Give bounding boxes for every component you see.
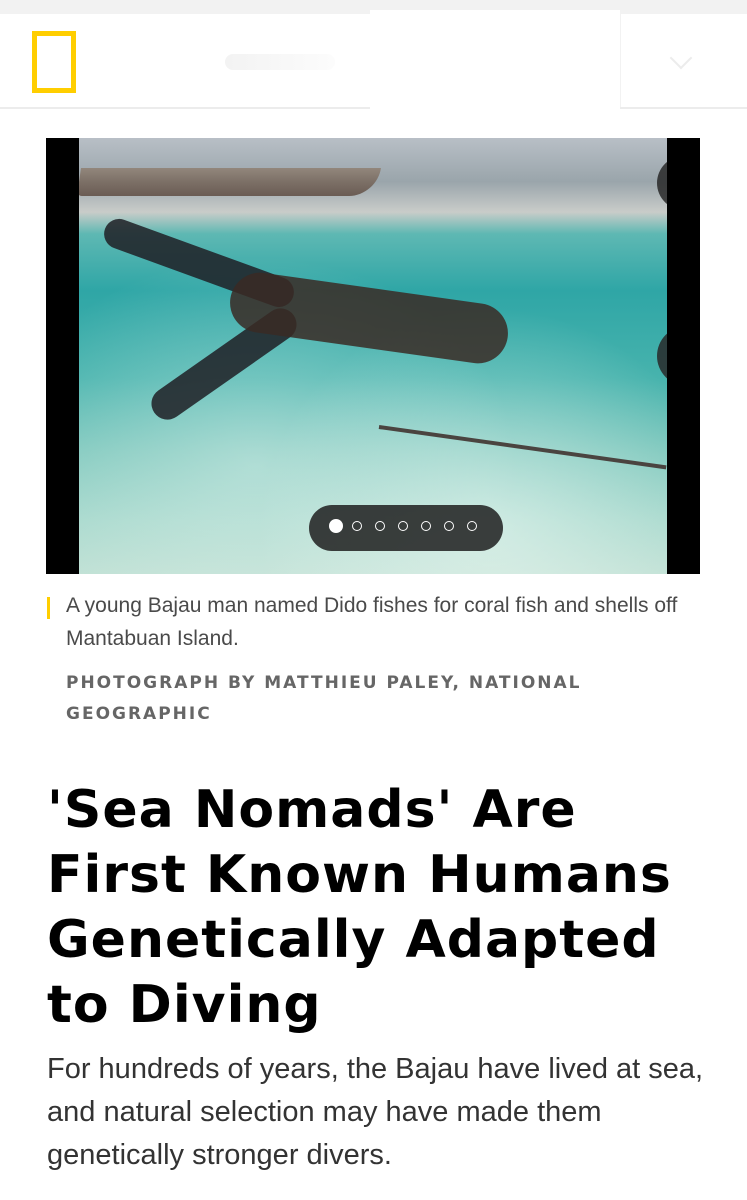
- gallery-photo: [79, 138, 667, 574]
- next-slide-button[interactable]: [657, 326, 667, 386]
- caption-accent-bar: [47, 597, 50, 619]
- fullscreen-button[interactable]: [657, 156, 667, 210]
- chevron-down-icon[interactable]: [669, 46, 693, 70]
- diver-body: [226, 268, 512, 368]
- article-dek: For hundreds of years, the Bajau have li…: [47, 1053, 704, 1171]
- slide-dot[interactable]: [444, 521, 454, 531]
- slide-dot-active[interactable]: [329, 519, 343, 533]
- photo-caption: A young Bajau man named Dido fishes for …: [66, 594, 678, 650]
- header-glare: [370, 10, 620, 110]
- photo-credit: PHOTOGRAPH BY MATTHIEU PALEY, NATIONAL G…: [66, 673, 582, 724]
- slide-dot[interactable]: [421, 521, 431, 531]
- spear: [378, 425, 667, 470]
- slide-dot[interactable]: [352, 521, 362, 531]
- article-headline: 'Sea Nomads' Are First Known Humans Gene…: [47, 780, 672, 1035]
- header-divider: [620, 14, 621, 107]
- national-geographic-logo-icon[interactable]: [32, 31, 76, 93]
- nav-placeholder: [225, 54, 335, 70]
- boat-shape: [79, 168, 381, 196]
- slide-indicator: [309, 505, 503, 551]
- slide-dot[interactable]: [467, 521, 477, 531]
- slide-dot[interactable]: [375, 521, 385, 531]
- photo-gallery: [46, 138, 700, 574]
- site-header: [0, 10, 747, 110]
- slide-dot[interactable]: [398, 521, 408, 531]
